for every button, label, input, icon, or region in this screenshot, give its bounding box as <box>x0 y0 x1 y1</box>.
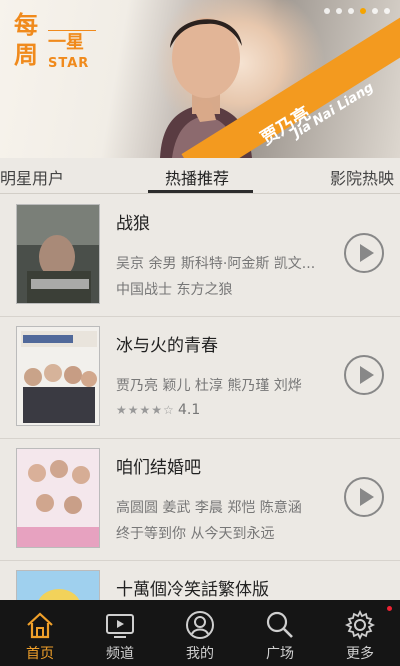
video-cast: 高圆圆 姜武 李晨 郑恺 陈意涵 <box>116 500 302 516</box>
user-icon <box>186 611 214 639</box>
video-title: 十萬個冷笑話繁体版 <box>116 580 269 600</box>
carousel-dot <box>384 8 390 14</box>
carousel-dot <box>372 8 378 14</box>
carousel-indicator <box>324 8 390 14</box>
nav-mine[interactable]: 我的 <box>160 600 240 666</box>
search-icon <box>266 611 293 638</box>
list-item[interactable]: 咱们结婚吧 高圆圆 姜武 李晨 郑恺 陈意涵 终于等到你 从今天到永远 <box>0 439 400 561</box>
carousel-dot <box>348 8 354 14</box>
gear-icon <box>345 610 375 640</box>
video-title: 咱们结婚吧 <box>116 458 201 478</box>
bottom-nav: 首页 频道 我的 广场 更多 <box>0 600 400 666</box>
video-list: 战狼 吴京 余男 斯科特·阿金斯 凯文... 中国战士 东方之狼 冰与火的青春 <box>0 195 400 600</box>
poster-image <box>16 204 100 304</box>
active-tab-indicator <box>148 190 253 193</box>
list-item[interactable]: 十萬個冷笑話繁体版 <box>0 561 400 600</box>
nav-label: 我的 <box>186 646 214 662</box>
video-cast: 吴京 余男 斯科特·阿金斯 凯文... <box>116 256 316 272</box>
nav-label: 更多 <box>346 646 374 662</box>
poster-image <box>16 448 100 548</box>
carousel-dot <box>324 8 330 14</box>
rating-score: 4.1 <box>178 402 201 418</box>
play-button[interactable] <box>344 477 384 517</box>
logo-char-2: 周 <box>14 41 38 69</box>
play-button[interactable] <box>344 355 384 395</box>
category-tabs: 明星用户 热播推荐 影院热映 <box>0 158 400 194</box>
promo-banner[interactable]: 每 周 一星 STAR 贾乃亮 Jia Nai Liang <box>0 0 400 158</box>
nav-label: 频道 <box>106 646 134 662</box>
logo-en: STAR <box>48 56 90 71</box>
list-item[interactable]: 冰与火的青春 贾乃亮 颖儿 杜淳 熊乃瑾 刘烨 ★★★★☆ 4.1 <box>0 317 400 439</box>
tab-cinema[interactable]: 影院热映 <box>330 165 394 189</box>
app-root: 每 周 一星 STAR 贾乃亮 Jia Nai Liang 明星用户 热播推荐 … <box>0 0 400 666</box>
tv-icon <box>106 614 134 638</box>
video-tags: 中国战士 东方之狼 <box>116 282 233 298</box>
play-button[interactable] <box>344 233 384 273</box>
nav-home[interactable]: 首页 <box>0 600 80 666</box>
carousel-dot <box>336 8 342 14</box>
home-icon <box>27 612 53 639</box>
logo-char-3: 一星 <box>48 30 96 53</box>
video-title: 战狼 <box>116 214 150 234</box>
poster-image <box>16 570 100 600</box>
rating-stars: ★★★★☆ <box>116 403 175 417</box>
nav-channel[interactable]: 频道 <box>80 600 160 666</box>
notification-dot <box>387 606 392 611</box>
carousel-dot-active <box>360 8 366 14</box>
video-cast: 贾乃亮 颖儿 杜淳 熊乃瑾 刘烨 <box>116 378 302 394</box>
video-title: 冰与火的青春 <box>116 336 218 356</box>
tab-hot-recommend[interactable]: 热播推荐 <box>165 165 229 189</box>
nav-square[interactable]: 广场 <box>240 600 320 666</box>
nav-label: 广场 <box>266 646 294 662</box>
video-tags: 终于等到你 从今天到永远 <box>116 526 275 542</box>
nav-label: 首页 <box>26 646 54 662</box>
logo-char-1: 每 <box>14 11 38 39</box>
poster-image <box>16 326 100 426</box>
tab-star-users[interactable]: 明星用户 <box>0 165 64 189</box>
list-item[interactable]: 战狼 吴京 余男 斯科特·阿金斯 凯文... 中国战士 东方之狼 <box>0 195 400 317</box>
